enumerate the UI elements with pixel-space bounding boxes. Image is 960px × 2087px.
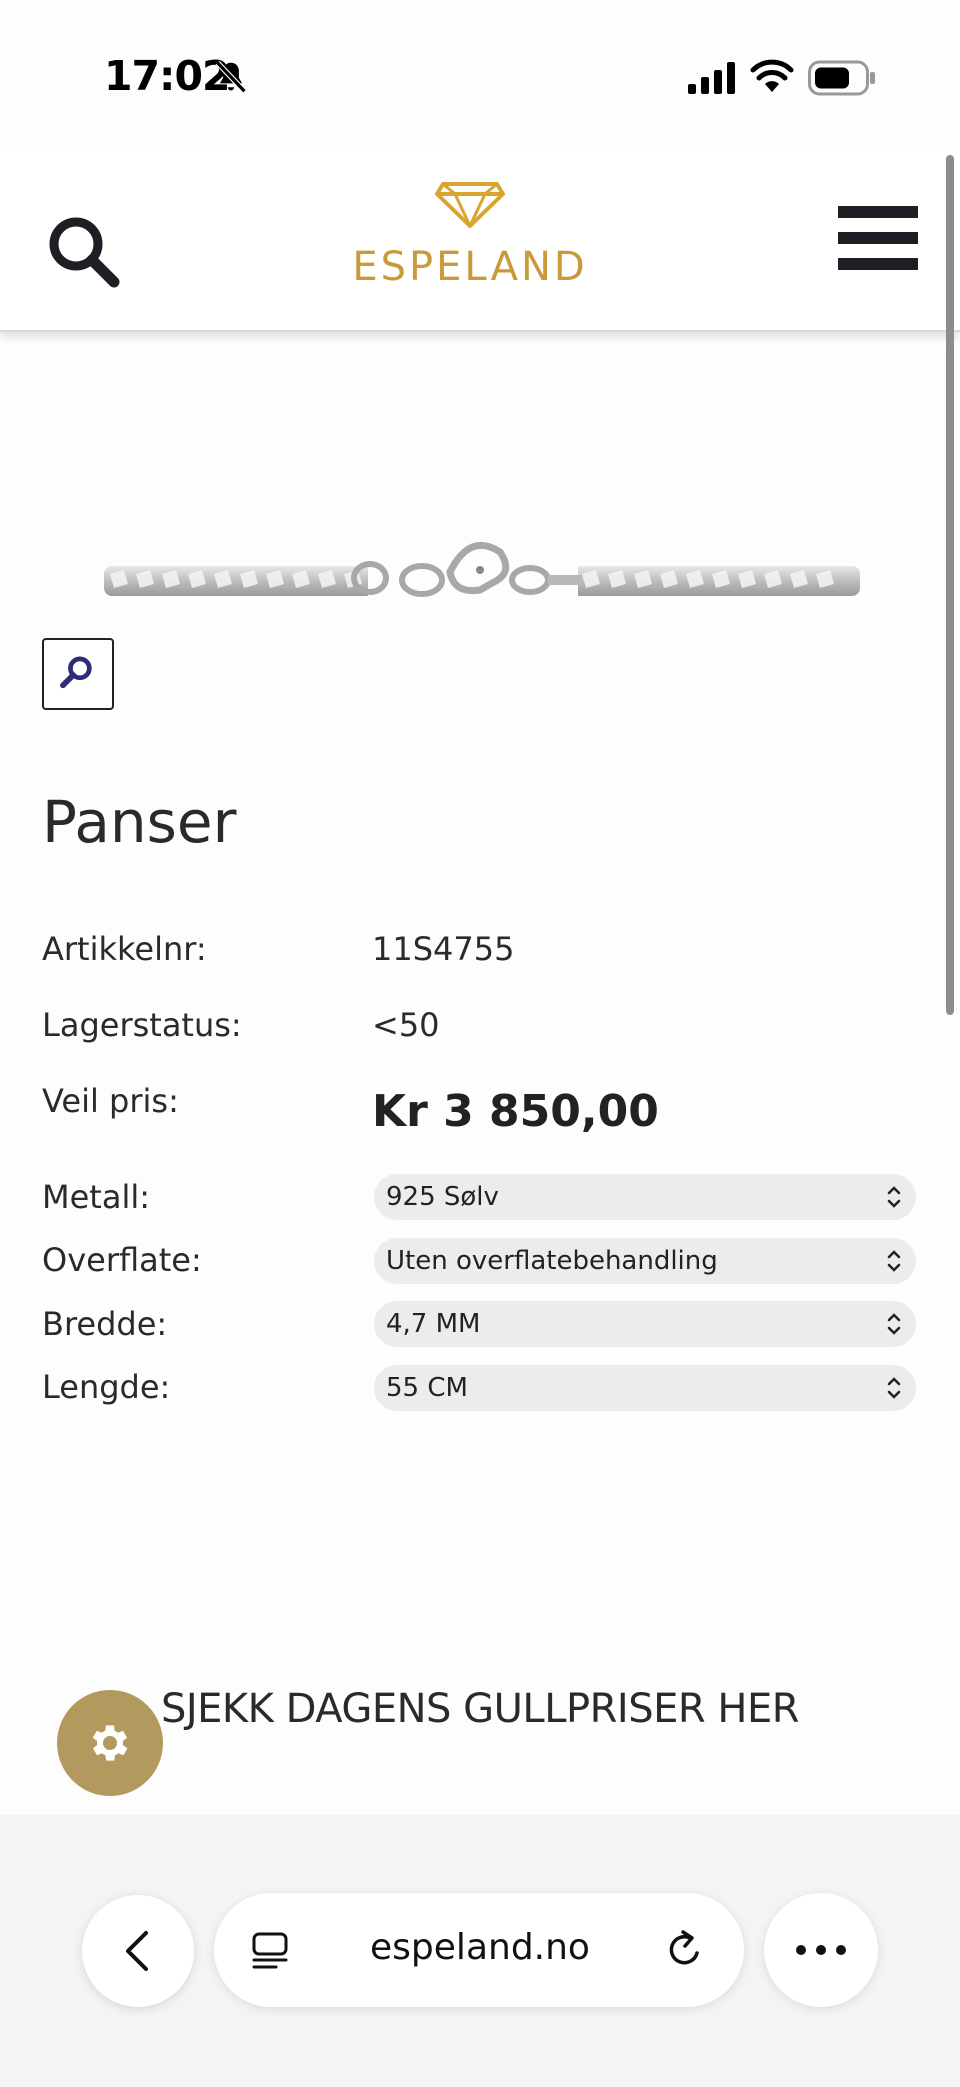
price-label: Veil pris: — [42, 1082, 179, 1120]
cellular-signal-icon — [688, 62, 735, 94]
battery-icon — [808, 60, 875, 96]
width-select[interactable]: 4,7 MM — [374, 1301, 916, 1347]
product-title: Panser — [42, 788, 237, 856]
page-scrollbar[interactable] — [946, 155, 954, 1015]
width-select-value: 4,7 MM — [386, 1309, 481, 1339]
hamburger-menu-icon[interactable] — [838, 206, 918, 276]
article-number-value: 11S4755 — [372, 930, 515, 968]
more-icon — [796, 1945, 846, 1955]
option-label-width: Bredde: — [42, 1305, 168, 1343]
spec-label: Artikkelnr: — [42, 930, 207, 968]
gear-icon — [92, 1725, 128, 1761]
stock-status-value: <50 — [372, 1006, 440, 1044]
url-text: espeland.no — [370, 1927, 590, 1968]
option-label-length: Lengde: — [42, 1368, 171, 1406]
product-image-chain[interactable] — [100, 530, 860, 620]
select-chevrons-icon — [887, 1377, 901, 1399]
reload-icon[interactable] — [664, 1929, 706, 1971]
length-select[interactable]: 55 CM — [374, 1365, 916, 1411]
select-chevrons-icon — [887, 1313, 901, 1335]
settings-button[interactable] — [57, 1690, 163, 1796]
zoom-image-button[interactable] — [42, 638, 114, 710]
length-select-value: 55 CM — [386, 1373, 468, 1403]
browser-toolbar: espeland.no — [0, 1815, 960, 2087]
metal-select[interactable]: 925 Sølv — [374, 1174, 916, 1220]
bell-slash-icon — [215, 60, 247, 94]
back-button[interactable] — [82, 1895, 194, 2007]
price-value: Kr 3 850,00 — [372, 1086, 659, 1137]
status-time: 17:02 — [104, 52, 231, 100]
spec-label: Lagerstatus: — [42, 1006, 242, 1044]
diamond-logo-icon — [435, 182, 505, 228]
option-label-metal: Metall: — [42, 1178, 151, 1216]
wifi-icon — [750, 59, 794, 92]
magnifier-icon — [60, 656, 92, 689]
option-label-surface: Overflate: — [42, 1241, 202, 1279]
tabs-icon — [252, 1932, 288, 1969]
select-chevrons-icon — [887, 1250, 901, 1272]
logo-text: ESPELAND — [352, 244, 588, 290]
status-bar: 17:02 — [0, 0, 960, 150]
surface-select[interactable]: Uten overflatebehandling — [374, 1238, 916, 1284]
surface-select-value: Uten overflatebehandling — [386, 1246, 718, 1276]
metal-select-value: 925 Sølv — [386, 1182, 499, 1212]
espeland-logo[interactable]: ESPELAND — [345, 180, 595, 310]
select-chevrons-icon — [887, 1186, 901, 1208]
search-icon[interactable] — [44, 212, 122, 290]
address-bar[interactable]: espeland.no — [214, 1893, 744, 2007]
back-chevron-icon — [126, 1931, 148, 1971]
site-header: ESPELAND — [0, 150, 960, 332]
more-button[interactable] — [764, 1893, 878, 2007]
